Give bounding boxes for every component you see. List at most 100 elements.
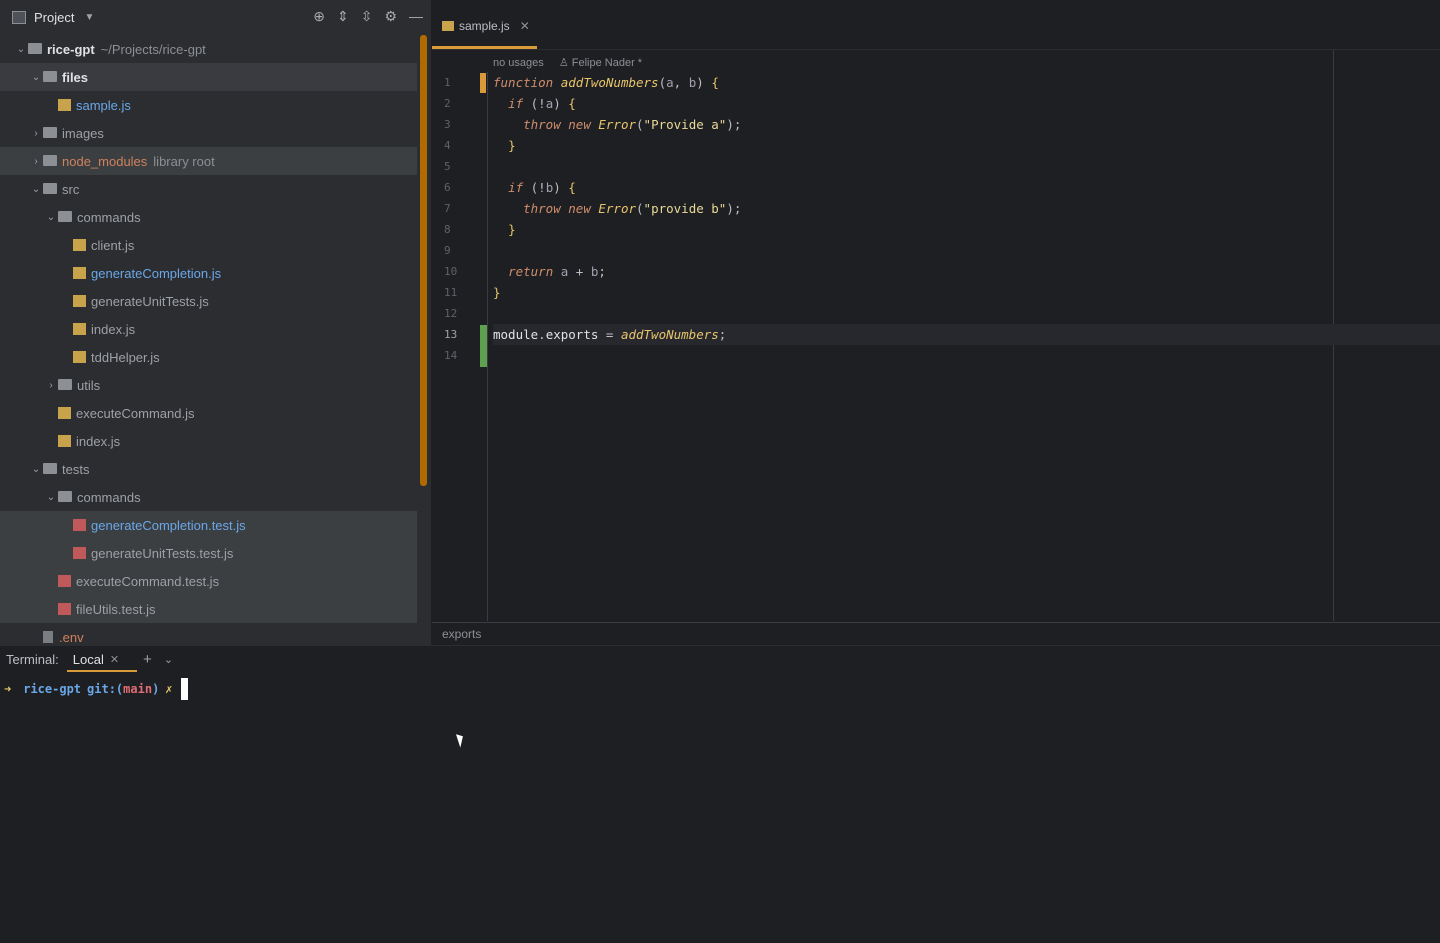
tree-item-tests[interactable]: ⌄ tests [0,455,417,483]
test-file-icon [58,575,71,587]
tree-item-executecommand-js[interactable]: executeCommand.js [0,399,417,427]
terminal-tab-indicator [67,670,137,672]
tree-item-label: generateUnitTests.test.js [91,545,234,561]
tree-item-label: node_modules [62,153,148,169]
minimize-icon[interactable]: — [409,8,423,25]
code-content[interactable]: function addTwoNumbers(a, b) { if (!a) {… [493,72,1440,366]
js-file-icon [58,407,71,419]
terminal-tab-label: Local [72,651,104,667]
tree-item-hint: ~/Projects/rice-gpt [100,41,206,57]
collapse-all-icon[interactable]: ⇳ [361,8,373,25]
js-file-icon [73,351,86,363]
tree-item-index-js[interactable]: index.js [0,315,417,343]
line-number[interactable]: 1 [432,72,487,93]
tab-label: sample.js [459,19,510,33]
tree-item-commands[interactable]: ⌄ commands [0,483,417,511]
terminal-prompt[interactable]: ➜ rice-gpt git:(main) ✗ [4,678,188,700]
tree-item-label: generateUnitTests.js [91,293,209,309]
line-number[interactable]: 4 [432,135,487,156]
editor-tabbar: sample.js ✕ [432,0,1440,50]
chevron-down-icon[interactable]: ▼ [84,12,94,23]
close-icon[interactable]: ✕ [520,19,530,33]
line-number[interactable]: 2 [432,93,487,114]
line-number[interactable]: 10 [432,261,487,282]
tree-item-fileutils-test-js[interactable]: fileUtils.test.js [0,595,417,623]
gutter-divider [487,72,488,621]
chevron-right-icon[interactable]: › [29,128,43,139]
chevron-right-icon[interactable]: › [29,156,43,167]
line-number[interactable]: 5 [432,156,487,177]
prompt-git-open: git:( [87,682,124,696]
author-hint[interactable]: ♙ Felipe Nader * [559,57,654,69]
line-number[interactable]: 6 [432,177,487,198]
tree-item--env[interactable]: .env [0,623,417,645]
chevron-down-icon[interactable]: ⌄ [29,72,43,83]
tree-item-generateunittests-test-js[interactable]: generateUnitTests.test.js [0,539,417,567]
close-icon[interactable]: ✕ [110,653,119,666]
line-number[interactable]: 14 [432,345,487,366]
line-number[interactable]: 11 [432,282,487,303]
folder-icon [58,378,72,390]
tree-item-src[interactable]: ⌄ src [0,175,417,203]
env-file-icon [43,631,53,643]
tree-item-rice-gpt[interactable]: ⌄ rice-gpt ~/Projects/rice-gpt [0,35,417,63]
tree-item-sample-js[interactable]: sample.js [0,91,417,119]
tree-item-tddhelper-js[interactable]: tddHelper.js [0,343,417,371]
line-number[interactable]: 13 [432,324,487,345]
tree-item-hint: library root [153,153,215,169]
tree-item-index-js[interactable]: index.js [0,427,417,455]
code-line: throw new Error("provide b"); [523,201,742,216]
line-number[interactable]: 9 [432,240,487,261]
tree-item-node-modules[interactable]: › node_modules library root [0,147,417,175]
tree-item-generateunittests-js[interactable]: generateUnitTests.js [0,287,417,315]
tree-scrollbar[interactable] [420,35,427,486]
terminal-tab-local[interactable]: Local ✕ [69,652,123,667]
folder-icon [58,210,72,222]
chevron-down-icon[interactable]: ⌄ [14,44,28,55]
folder-icon [43,462,57,474]
tree-item-generatecompletion-test-js[interactable]: generateCompletion.test.js [0,511,417,539]
breadcrumb[interactable]: exports [432,622,1440,645]
tree-item-label: sample.js [76,97,131,113]
tree-item-images[interactable]: › images [0,119,417,147]
chevron-down-icon[interactable]: ⌄ [44,492,58,503]
expand-all-icon[interactable]: ⇕ [337,8,349,25]
tab-sample-js[interactable]: sample.js ✕ [432,6,546,46]
line-number[interactable]: 12 [432,303,487,324]
tree-item-label: generateCompletion.js [91,265,222,281]
folder-icon [43,154,57,166]
usages-hint[interactable]: no usages [493,57,544,69]
change-marker-added[interactable] [480,325,487,367]
gear-icon[interactable]: ⚙ [384,8,397,25]
prompt-dirty-marker: ✗ [165,682,173,696]
add-icon[interactable]: + [143,651,152,668]
js-file-icon [442,21,454,31]
tree-item-generatecompletion-js[interactable]: generateCompletion.js [0,259,417,287]
code-line: } [508,222,516,237]
tree-item-utils[interactable]: › utils [0,371,417,399]
chevron-down-icon[interactable]: ⌄ [29,184,43,195]
chevron-down-icon[interactable]: ⌄ [44,212,58,223]
locate-icon[interactable]: ⊕ [313,8,325,25]
code-line: if (!b) { [508,180,576,195]
tree-item-label: index.js [76,433,121,449]
line-number[interactable]: 7 [432,198,487,219]
js-file-icon [73,295,86,307]
tree-item-client-js[interactable]: client.js [0,231,417,259]
code-line: throw new Error("Provide a"); [523,117,742,132]
line-number[interactable]: 8 [432,219,487,240]
code-vision-hints: no usages ♙ Felipe Nader * [493,56,666,69]
tree-item-files[interactable]: ⌄ files [0,63,417,91]
tree-item-executecommand-test-js[interactable]: executeCommand.test.js [0,567,417,595]
js-file-icon [73,239,86,251]
line-number[interactable]: 3 [432,114,487,135]
chevron-down-icon[interactable]: ⌄ [29,464,43,475]
chevron-right-icon[interactable]: › [44,380,58,391]
tree-item-commands[interactable]: ⌄ commands [0,203,417,231]
test-file-icon [73,547,86,559]
folder-icon [43,70,57,82]
chevron-down-icon[interactable]: ⌄ [164,653,173,666]
change-marker-modified[interactable] [480,73,486,93]
